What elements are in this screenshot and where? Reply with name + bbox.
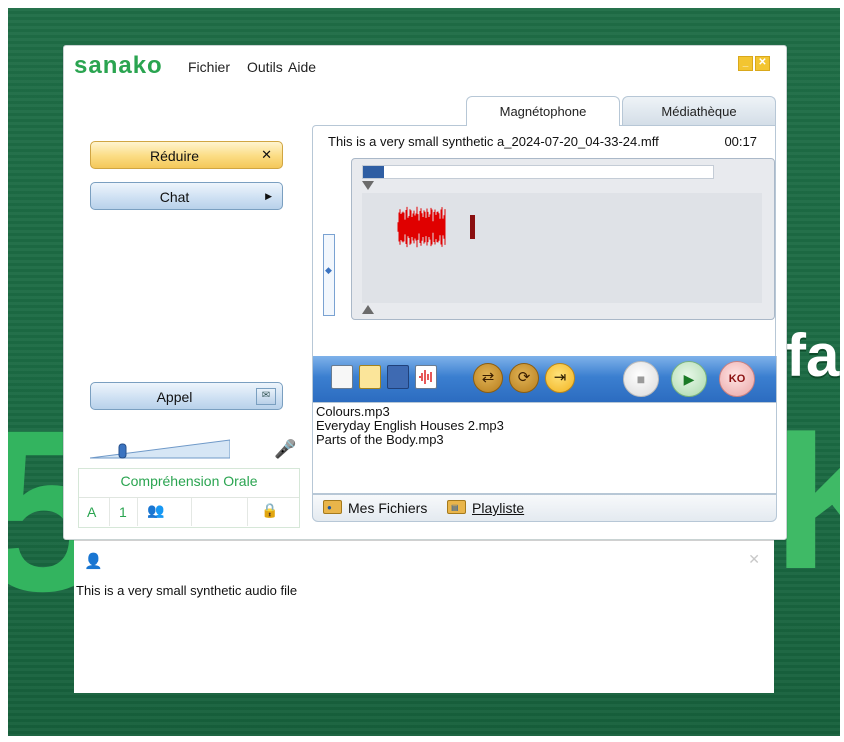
mail-icon[interactable]: ✉ — [256, 388, 276, 405]
notification-popup: 👤 ✕ This is a very small synthetic audio… — [74, 540, 774, 693]
sanako-logo: sanako — [74, 52, 163, 79]
volume-slider-track — [90, 439, 230, 459]
cell-1[interactable]: 1 — [119, 504, 127, 520]
playlist-folder-icon: ▤ — [447, 500, 466, 514]
open-folder-icon[interactable] — [359, 365, 381, 389]
reduire-button[interactable]: Réduire ✕ — [90, 141, 283, 169]
position-bar[interactable] — [362, 165, 714, 179]
cross-fade-icon[interactable]: ⇄ — [473, 363, 503, 393]
cell-a[interactable]: A — [87, 504, 96, 520]
playlist-item[interactable]: Parts of the Body.mp3 — [313, 433, 504, 447]
menu-aide[interactable]: Aide — [288, 59, 316, 75]
new-file-icon[interactable] — [331, 365, 353, 389]
left-panel: Réduire ✕ Chat ▶ Appel ✉ 🎤 Compréhension… — [78, 84, 300, 534]
minimize-icon[interactable]: _ — [738, 56, 753, 71]
recording-filename: This is a very small synthetic a_2024-07… — [328, 134, 659, 149]
waveform-graphic — [362, 193, 762, 303]
group-panel: Compréhension Orale A 1 👥 🔒 — [78, 468, 300, 528]
playlist-item[interactable]: Colours.mp3 — [313, 405, 504, 419]
chat-label: Chat — [159, 189, 190, 205]
tab-magnetophone[interactable]: Magnétophone — [466, 96, 620, 126]
playlist-footer: ● Mes Fichiers ▤ Playliste — [312, 494, 777, 522]
background-text-graphic: fa — [786, 322, 840, 389]
playlist-item[interactable]: Everyday English Houses 2.mp3 — [313, 419, 504, 433]
user-message-icon: 👤 — [84, 553, 103, 570]
mes-fichiers-link[interactable]: ● Mes Fichiers — [323, 500, 427, 516]
save-icon[interactable] — [387, 365, 409, 389]
users-icon[interactable]: 👥 — [147, 502, 164, 519]
playhead-top-marker-icon[interactable] — [362, 181, 374, 190]
playlist-items: Colours.mp3 Everyday English Houses 2.mp3… — [313, 405, 504, 447]
reduire-label: Réduire — [149, 148, 200, 164]
position-bar-fill — [363, 166, 384, 178]
chat-button[interactable]: Chat ▶ — [90, 182, 283, 210]
export-icon[interactable]: ⇥ — [545, 363, 575, 393]
stop-button[interactable]: ■ — [623, 361, 659, 397]
popup-message: This is a very small synthetic audio fil… — [76, 583, 298, 598]
window-controls: _ ✕ — [738, 56, 770, 71]
close-x-icon: ✕ — [261, 147, 272, 162]
lock-icon[interactable]: 🔒 — [261, 502, 278, 519]
play-button[interactable]: ▶ — [671, 361, 707, 397]
arrow-right-icon: ▶ — [265, 191, 272, 201]
menu-outils[interactable]: Outils — [247, 59, 283, 75]
title-bar: sanako Fichier Outils Aide _ ✕ — [64, 46, 786, 84]
volume-slider[interactable] — [90, 436, 230, 460]
microphone-icon[interactable]: 🎤 — [274, 439, 296, 460]
recording-area: This is a very small synthetic a_2024-07… — [312, 125, 776, 357]
zoom-thumb-icon[interactable]: ◆ — [325, 265, 333, 277]
recording-duration: 00:17 — [724, 134, 757, 149]
tab-mediatheque[interactable]: Médiathèque — [622, 96, 776, 126]
popup-close-icon[interactable]: ✕ — [748, 551, 760, 568]
audio-marker-icon[interactable] — [415, 365, 437, 389]
sanako-main-window: sanako Fichier Outils Aide _ ✕ Réduire ✕… — [63, 45, 787, 540]
playliste-link[interactable]: ▤ Playliste — [447, 500, 524, 516]
waveform-panel[interactable] — [351, 158, 775, 320]
playlist: Colours.mp3 Everyday English Houses 2.mp3… — [312, 402, 777, 494]
recorder-panel: Magnétophone Médiathèque This is a very … — [312, 96, 777, 528]
record-button[interactable]: KO — [719, 361, 755, 397]
group-title: Compréhension Orale — [120, 473, 258, 489]
vertical-zoom-scrollbar[interactable]: ◆ — [323, 234, 335, 316]
volume-slider-thumb[interactable] — [118, 443, 127, 459]
appel-label: Appel — [156, 389, 193, 405]
recorder-toolbar: ⇄ ⟳ ⇥ ■ ▶ KO — [312, 356, 777, 402]
appel-button[interactable]: Appel ✉ — [90, 382, 283, 410]
repeat-icon[interactable]: ⟳ — [509, 363, 539, 393]
user-folder-icon: ● — [323, 500, 342, 514]
group-row: A 1 👥 🔒 — [79, 497, 299, 526]
playhead-bottom-marker-icon[interactable] — [362, 305, 374, 314]
close-icon[interactable]: ✕ — [755, 56, 770, 71]
menu-fichier[interactable]: Fichier — [188, 59, 230, 75]
